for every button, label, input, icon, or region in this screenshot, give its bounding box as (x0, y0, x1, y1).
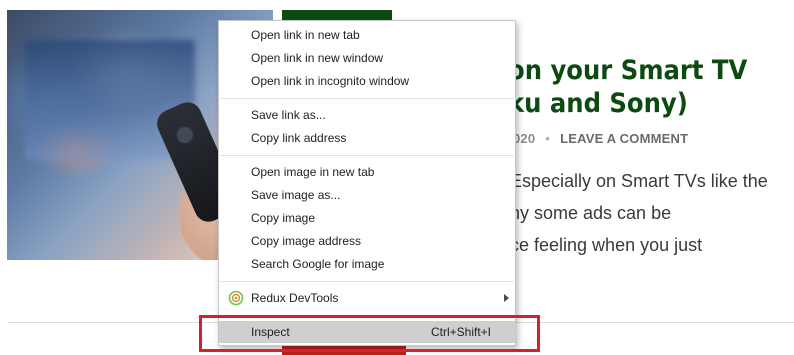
menu-separator (220, 98, 514, 99)
inspect-shortcut: Ctrl+Shift+I (430, 325, 491, 339)
open-link-incognito-item[interactable]: Open link in incognito window (219, 70, 515, 92)
context-menu: Open link in new tab Open link in new wi… (218, 20, 516, 346)
menu-item-label: Copy link address (251, 131, 347, 145)
remote-button-image (174, 124, 196, 146)
menu-separator (220, 155, 514, 156)
menu-item-label: Copy image address (251, 234, 362, 248)
menu-item-label: Copy image (251, 211, 316, 225)
menu-item-label: Save link as... (251, 108, 326, 122)
save-link-as-item[interactable]: Save link as... (219, 104, 515, 126)
article-date: 020 (513, 131, 536, 146)
copy-image-item[interactable]: Copy image (219, 207, 515, 229)
redux-devtools-item[interactable]: Redux DevTools (219, 287, 515, 309)
article-excerpt: Especially on Smart TVs like the hy some… (510, 171, 768, 255)
leave-comment-link[interactable]: LEAVE A COMMENT (560, 131, 688, 146)
menu-item-label: Open link in new tab (251, 28, 360, 42)
menu-item-label: Inspect (251, 325, 290, 339)
inspect-item[interactable]: Inspect Ctrl+Shift+I (219, 321, 515, 343)
open-image-new-tab-item[interactable]: Open image in new tab (219, 161, 515, 183)
search-google-for-image-item[interactable]: Search Google for image (219, 253, 515, 275)
copy-image-address-item[interactable]: Copy image address (219, 230, 515, 252)
article-meta: 020 • LEAVE A COMMENT (513, 131, 688, 146)
redux-devtools-icon (228, 290, 244, 306)
menu-item-label: Search Google for image (251, 257, 385, 271)
menu-item-label: Redux DevTools (251, 291, 339, 305)
article-title[interactable]: on your Smart TV ku and Sony) (508, 54, 794, 120)
menu-separator (220, 315, 514, 316)
save-image-as-item[interactable]: Save image as... (219, 184, 515, 206)
menu-item-label: Open link in incognito window (251, 74, 410, 88)
next-article-badge[interactable] (282, 346, 406, 355)
meta-separator: • (545, 131, 551, 146)
open-link-new-window-item[interactable]: Open link in new window (219, 47, 515, 69)
submenu-arrow-icon (504, 294, 509, 302)
category-badge[interactable] (282, 10, 392, 20)
menu-item-label: Open link in new window (251, 51, 384, 65)
menu-item-label: Save image as... (251, 188, 341, 202)
open-link-new-tab-item[interactable]: Open link in new tab (219, 24, 515, 46)
menu-separator (220, 281, 514, 282)
menu-item-label: Open image in new tab (251, 165, 375, 179)
copy-link-address-item[interactable]: Copy link address (219, 127, 515, 149)
